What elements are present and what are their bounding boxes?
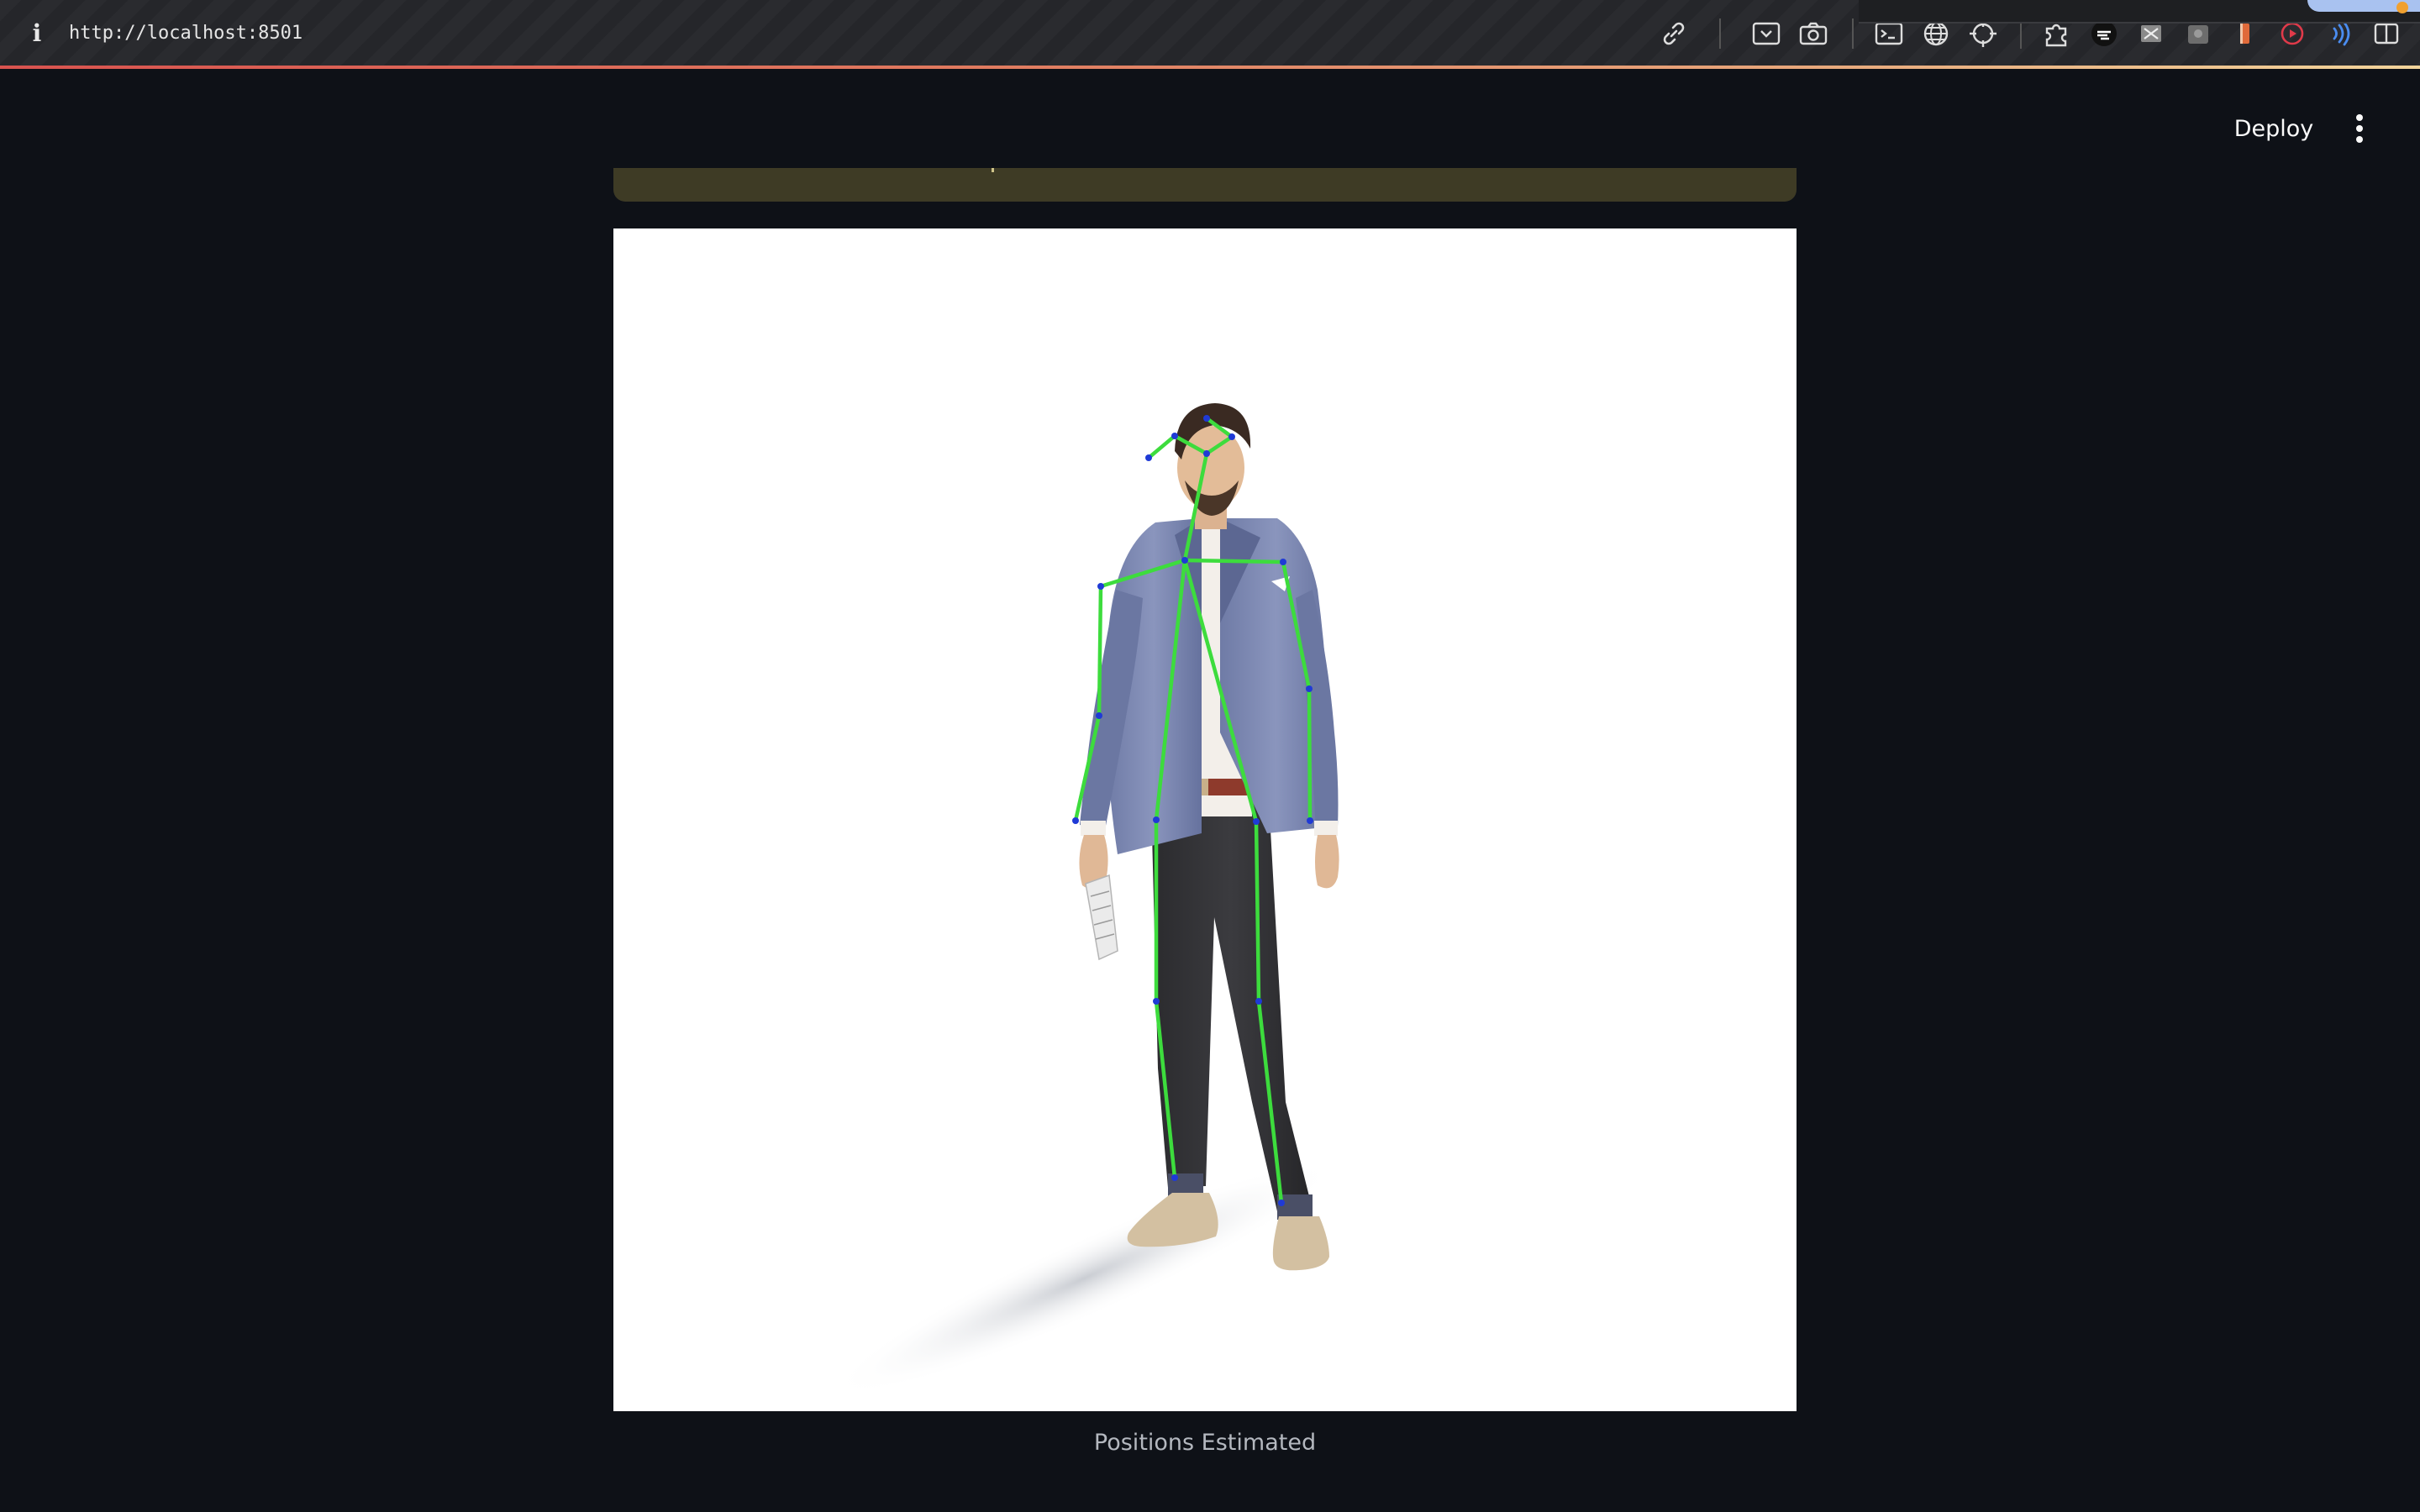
notification-dot — [2396, 2, 2408, 13]
kebab-menu-icon[interactable] — [2339, 106, 2380, 151]
site-info-icon[interactable]: i — [29, 18, 45, 49]
address-bar[interactable]: http://localhost:8501 — [69, 18, 302, 49]
alert-text-fragment — [992, 168, 994, 172]
loading-progress-line — [0, 66, 2420, 69]
alert-box — [613, 168, 1797, 202]
toolbar-divider — [1719, 18, 1721, 49]
browser-toolbar: i http://localhost:8501 — [0, 0, 2420, 67]
pose-estimation-image — [613, 228, 1797, 1411]
link-icon[interactable] — [1657, 17, 1691, 50]
person-illustration — [829, 403, 1339, 1397]
camera-icon[interactable] — [1797, 17, 1830, 50]
image-caption: Positions Estimated — [1093, 1430, 1317, 1456]
deploy-button[interactable]: Deploy — [2218, 104, 2329, 153]
toolbar-divider — [1852, 18, 1854, 49]
screen-capture-icon[interactable] — [1749, 17, 1783, 50]
